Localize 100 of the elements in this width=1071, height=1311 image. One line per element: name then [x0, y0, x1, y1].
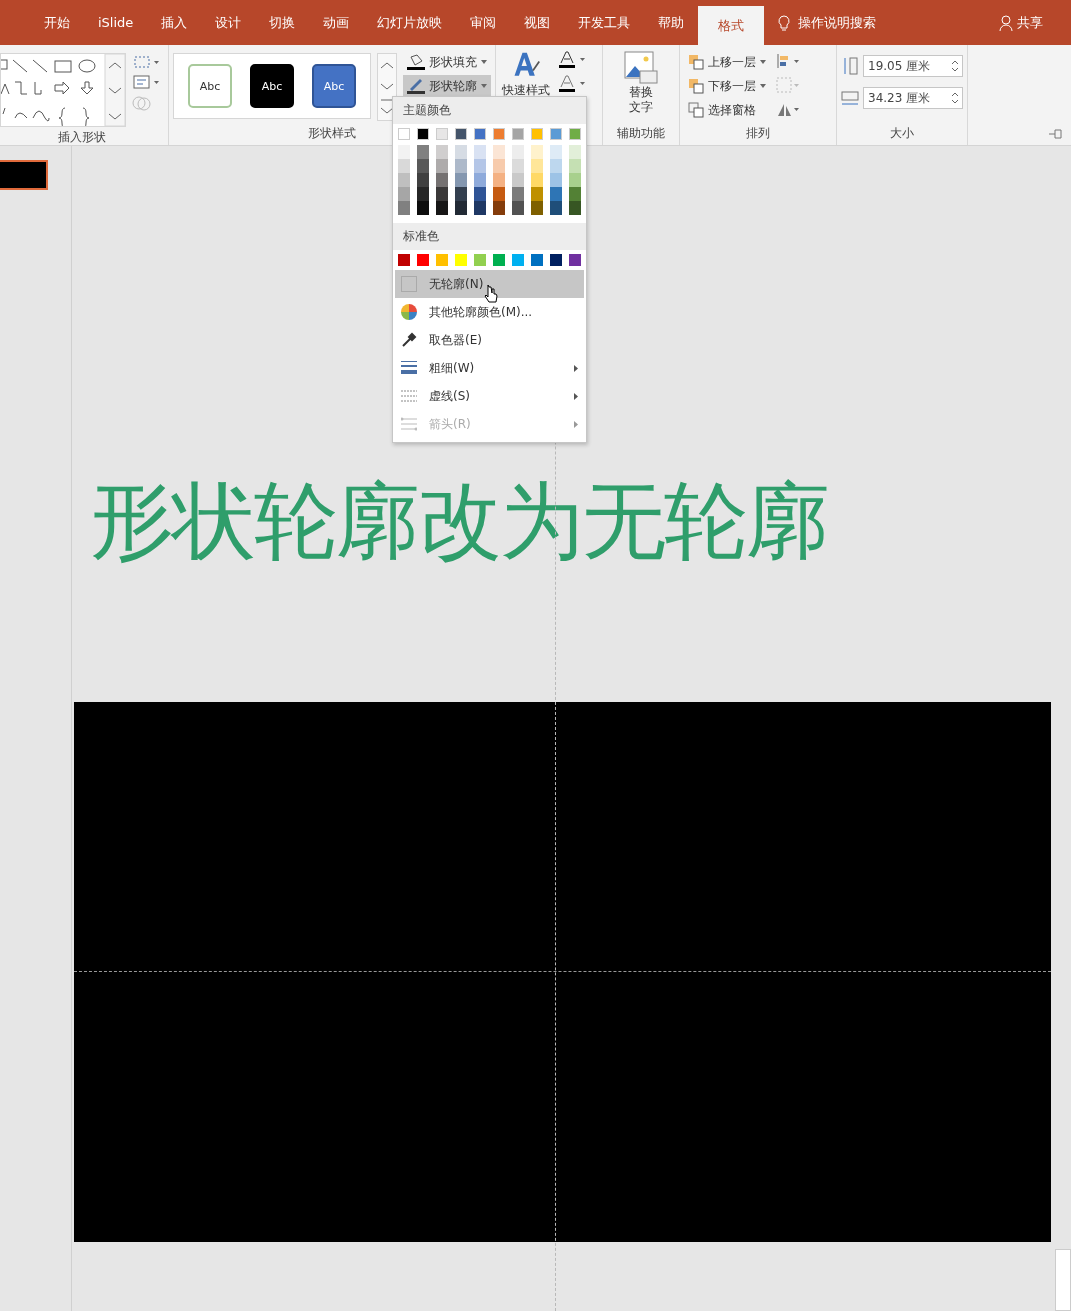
color-swatch[interactable]: [436, 128, 448, 140]
color-swatch[interactable]: [531, 201, 543, 215]
color-swatch[interactable]: [569, 254, 581, 266]
color-swatch[interactable]: [569, 145, 581, 159]
shape-gallery-drawing[interactable]: [0, 53, 126, 127]
color-swatch[interactable]: [455, 187, 467, 201]
style-preset[interactable]: Abc: [312, 64, 356, 108]
slide-thumbnail[interactable]: [0, 160, 48, 190]
scrollbar-thumb[interactable]: [1055, 1249, 1071, 1311]
edit-shape-icon[interactable]: [132, 55, 160, 69]
color-swatch[interactable]: [512, 187, 524, 201]
text-outline-icon[interactable]: [558, 75, 588, 93]
color-swatch[interactable]: [474, 187, 486, 201]
color-swatch[interactable]: [550, 159, 562, 173]
ribbon-tab[interactable]: 开发工具: [564, 0, 645, 45]
text-box-icon[interactable]: [132, 75, 160, 89]
color-swatch[interactable]: [398, 159, 410, 173]
selection-pane-button[interactable]: 选择窗格: [684, 99, 770, 121]
ribbon-tab[interactable]: iSlide: [84, 0, 148, 45]
color-swatch[interactable]: [474, 201, 486, 215]
color-swatch[interactable]: [436, 145, 448, 159]
color-swatch[interactable]: [474, 254, 486, 266]
color-swatch[interactable]: [455, 173, 467, 187]
color-swatch[interactable]: [531, 187, 543, 201]
tell-me-field[interactable]: 操作说明搜索: [798, 13, 877, 32]
color-swatch[interactable]: [455, 128, 467, 140]
color-swatch[interactable]: [493, 128, 505, 140]
ribbon-tab[interactable]: 动画: [309, 0, 364, 45]
color-swatch[interactable]: [398, 128, 410, 140]
gallery-scroll-icon[interactable]: [377, 53, 397, 121]
color-swatch[interactable]: [398, 254, 410, 266]
color-swatch[interactable]: [531, 159, 543, 173]
color-swatch[interactable]: [493, 187, 505, 201]
caret-icon[interactable]: [760, 60, 766, 64]
color-swatch[interactable]: [417, 254, 429, 266]
color-swatch[interactable]: [569, 187, 581, 201]
color-swatch[interactable]: [398, 187, 410, 201]
caret-icon[interactable]: [760, 84, 766, 88]
ribbon-tab[interactable]: 审阅: [456, 0, 511, 45]
style-gallery[interactable]: Abc Abc Abc: [173, 53, 371, 119]
menu-item[interactable]: 粗细(W): [395, 354, 584, 382]
ribbon-tab[interactable]: 开始: [30, 0, 84, 45]
shape-fill-button[interactable]: 形状填充: [403, 51, 491, 73]
shape-outline-button[interactable]: 形状轮廓: [403, 75, 491, 97]
color-swatch[interactable]: [436, 254, 448, 266]
style-preset[interactable]: Abc: [250, 64, 294, 108]
color-swatch[interactable]: [550, 128, 562, 140]
color-swatch[interactable]: [493, 145, 505, 159]
color-swatch[interactable]: [436, 173, 448, 187]
color-swatch[interactable]: [531, 173, 543, 187]
share-button[interactable]: 共享: [993, 12, 1049, 33]
color-swatch[interactable]: [493, 159, 505, 173]
color-swatch[interactable]: [455, 201, 467, 215]
bring-forward-button[interactable]: 上移一层: [684, 51, 770, 73]
color-swatch[interactable]: [398, 201, 410, 215]
ribbon-tab[interactable]: 格式: [698, 6, 765, 45]
color-swatch[interactable]: [569, 173, 581, 187]
color-swatch[interactable]: [550, 145, 562, 159]
color-swatch[interactable]: [493, 201, 505, 215]
color-swatch[interactable]: [436, 159, 448, 173]
color-swatch[interactable]: [474, 128, 486, 140]
color-swatch[interactable]: [455, 145, 467, 159]
color-swatch[interactable]: [493, 254, 505, 266]
color-swatch[interactable]: [455, 254, 467, 266]
style-preset[interactable]: Abc: [188, 64, 232, 108]
caret-icon[interactable]: [481, 84, 487, 88]
color-swatch[interactable]: [474, 173, 486, 187]
color-swatch[interactable]: [455, 159, 467, 173]
color-swatch[interactable]: [417, 201, 429, 215]
color-swatch[interactable]: [512, 159, 524, 173]
spinner-icon[interactable]: [952, 60, 958, 72]
menu-item[interactable]: 取色器(E): [395, 326, 584, 354]
ribbon-tab[interactable]: 帮助: [644, 0, 699, 45]
color-swatch[interactable]: [512, 145, 524, 159]
menu-item[interactable]: 虚线(S): [395, 382, 584, 410]
color-swatch[interactable]: [531, 254, 543, 266]
color-swatch[interactable]: [398, 173, 410, 187]
color-swatch[interactable]: [417, 145, 429, 159]
alt-text-button[interactable]: 替换 文字: [622, 49, 660, 117]
width-field[interactable]: 34.23 厘米: [863, 87, 963, 109]
spinner-icon[interactable]: [952, 92, 958, 104]
color-swatch[interactable]: [550, 173, 562, 187]
height-field[interactable]: 19.05 厘米: [863, 55, 963, 77]
color-swatch[interactable]: [512, 128, 524, 140]
send-backward-button[interactable]: 下移一层: [684, 75, 770, 97]
ribbon-tab[interactable]: 切换: [255, 0, 310, 45]
color-swatch[interactable]: [474, 145, 486, 159]
align-icon[interactable]: [776, 53, 802, 69]
color-swatch[interactable]: [436, 201, 448, 215]
color-swatch[interactable]: [493, 173, 505, 187]
text-fill-icon[interactable]: [558, 51, 588, 69]
menu-item[interactable]: 无轮廓(N): [395, 270, 584, 298]
color-swatch[interactable]: [550, 254, 562, 266]
color-swatch[interactable]: [569, 128, 581, 140]
color-swatch[interactable]: [417, 128, 429, 140]
color-swatch[interactable]: [512, 173, 524, 187]
color-swatch[interactable]: [474, 159, 486, 173]
color-swatch[interactable]: [512, 254, 524, 266]
ribbon-tab[interactable]: 视图: [510, 0, 565, 45]
color-swatch[interactable]: [569, 201, 581, 215]
